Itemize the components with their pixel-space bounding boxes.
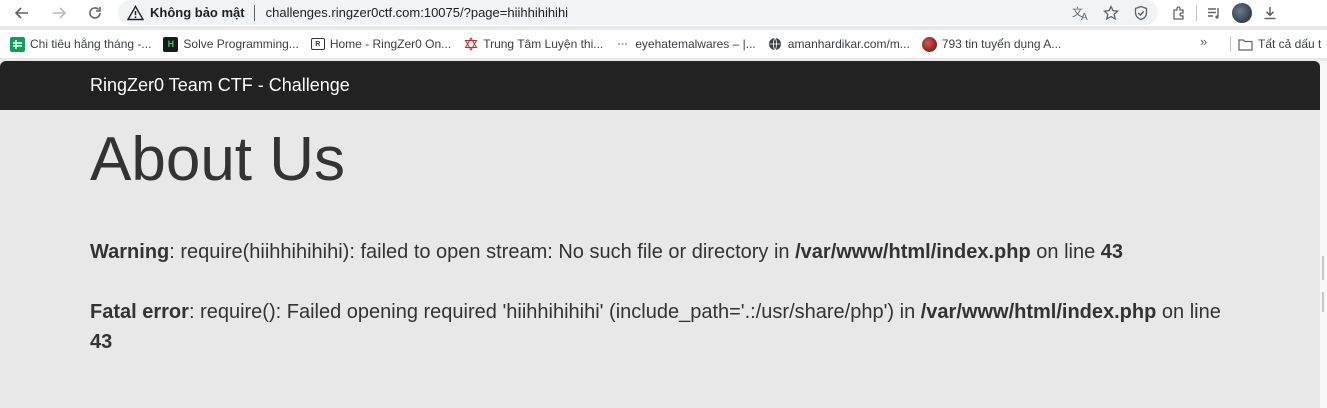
ringzer0-icon: R (310, 38, 325, 50)
bookmark-label: Home - RingZer0 On... (329, 37, 452, 51)
security-label[interactable]: Không bảo mật (150, 5, 245, 20)
bookmarks-divider (1230, 36, 1231, 52)
forward-arrow-icon (53, 7, 67, 19)
toolbar-divider (1196, 4, 1197, 21)
media-playlist-icon[interactable] (1203, 2, 1225, 24)
php-warning-message: Warning: require(hiihhihihihi): failed t… (90, 237, 1230, 267)
back-button[interactable] (8, 1, 36, 25)
omnibox-actions: 文A (1070, 0, 1152, 25)
bookmark-item[interactable]: R Home - RingZer0 On... (305, 32, 457, 56)
bookmark-item[interactable]: eyehatemalwares – |... (609, 32, 762, 56)
reload-button[interactable] (81, 1, 109, 25)
warning-text: : require(hiihhihihihi): failed to open … (169, 241, 796, 263)
bookmarks-overflow-chevron-icon[interactable]: » (1200, 34, 1207, 49)
site-icon (921, 36, 937, 52)
reload-icon (89, 7, 101, 19)
sheets-icon (10, 36, 25, 52)
bookmark-label: Chi tiêu hằng tháng -... (30, 37, 152, 51)
bookmark-label: Solve Programming... (183, 37, 299, 51)
bookmark-label: amanhardikar.com/m... (787, 37, 910, 51)
globe-icon (768, 37, 783, 52)
site-navbar: RingZer0 Team CTF - Challenge (0, 61, 1320, 110)
all-bookmarks-folder[interactable]: Tất cả dấu t (1238, 30, 1321, 58)
bookmark-item[interactable]: H Solve Programming... (157, 32, 304, 56)
fatal-error-line-number: 43 (90, 331, 113, 353)
folder-label: Tất cả dấu t (1258, 37, 1322, 51)
folder-icon (1238, 38, 1253, 51)
warning-on-line-text: on line (1030, 241, 1101, 263)
php-fatal-error-message: Fatal error: require(): Failed opening r… (90, 297, 1230, 357)
bookmark-label: eyehatemalwares – |... (635, 37, 756, 51)
browser-toolbar: Không bảo mật challenges.ringzer0ctf.com… (0, 0, 1327, 26)
download-icon[interactable] (1259, 2, 1281, 24)
main-content: About Us Warning: require(hiihhihihihi):… (90, 125, 1230, 353)
star-of-david-icon (463, 37, 478, 52)
dash-icon (615, 37, 630, 52)
page-title: About Us (90, 125, 346, 194)
hackerrank-icon: H (163, 36, 179, 52)
warning-label: Warning (90, 241, 170, 263)
forward-button[interactable] (45, 1, 73, 25)
navbar-brand-link[interactable]: RingZer0 Team CTF - Challenge (90, 75, 350, 96)
bookmark-star-icon[interactable] (1100, 2, 1122, 24)
bookmark-item[interactable]: amanhardikar.com/m... (762, 32, 916, 56)
page-scrollbar[interactable] (1320, 61, 1327, 408)
shield-extension-icon[interactable] (1130, 2, 1152, 24)
scrollbar-mark (1322, 256, 1324, 280)
fatal-error-text: : require(): Failed opening required 'hi… (188, 301, 921, 323)
translate-icon[interactable]: 文A (1070, 2, 1092, 24)
fatal-error-file-path: /var/www/html/index.php (920, 301, 1157, 323)
scrollbar-mark (1322, 292, 1324, 312)
not-secure-warning-icon[interactable] (126, 4, 144, 22)
bookmark-item[interactable]: Chi tiêu hằng tháng -... (0, 32, 157, 56)
bookmark-label: 793 tin tuyển dụng A... (941, 37, 1062, 51)
fatal-error-on-line-text: on line (1156, 301, 1221, 323)
omnibox-divider (253, 4, 255, 21)
bookmarks-bar: Chi tiêu hằng tháng -... H Solve Program… (0, 30, 1327, 58)
profile-avatar-icon[interactable] (1231, 2, 1253, 24)
bookmark-item[interactable]: Trung Tâm Luyện thi... (457, 32, 609, 56)
back-arrow-icon (14, 7, 28, 19)
address-bar[interactable]: Không bảo mật challenges.ringzer0ctf.com… (118, 0, 1158, 25)
warning-file-path: /var/www/html/index.php (795, 241, 1031, 263)
bookmark-label: Trung Tâm Luyện thi... (483, 37, 604, 51)
warning-line-number: 43 (1100, 241, 1124, 263)
extensions-puzzle-icon[interactable] (1168, 2, 1190, 24)
web-page: RingZer0 Team CTF - Challenge About Us W… (0, 61, 1320, 408)
url-text[interactable]: challenges.ringzer0ctf.com:10075/?page=h… (266, 5, 568, 20)
fatal-error-label: Fatal error (90, 301, 189, 323)
bookmark-item[interactable]: 793 tin tuyển dụng A... (916, 32, 1067, 56)
browser-actions (1168, 0, 1281, 25)
svg-text:A: A (1081, 12, 1088, 21)
